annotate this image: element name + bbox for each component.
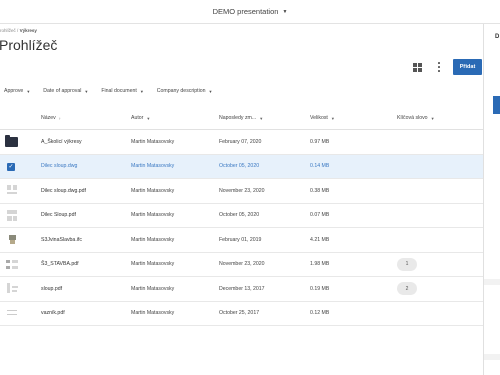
details-panel-title: D <box>495 34 500 40</box>
file-modified: February 01, 2019 <box>219 236 262 243</box>
column-header-author[interactable]: Autor ▼ <box>131 115 150 121</box>
document-thumbnail-icon <box>6 258 18 271</box>
chevron-down-icon: ▼ <box>146 115 151 121</box>
file-size: 0.19 MB <box>310 285 330 292</box>
more-options-icon[interactable] <box>437 62 441 72</box>
add-button[interactable]: Přidat <box>453 59 482 75</box>
grid-view-icon[interactable] <box>413 63 422 72</box>
main-content: rohlížeč / Výkresy Prohlížeč Přidat Appr… <box>0 24 483 375</box>
file-size: 0.07 MB <box>310 212 330 218</box>
file-size: 0.38 MB <box>310 187 330 194</box>
breadcrumb-current: Výkresy <box>19 28 37 33</box>
file-modified: December 13, 2017 <box>219 285 265 292</box>
table-header: Název ↑ Autor ▼ Naposledy zm... ▼ Velikost ▼… <box>0 106 483 130</box>
folder-icon <box>5 135 18 147</box>
file-name[interactable]: S3JvinaSlavba.ifc <box>41 237 82 243</box>
keyword-badge[interactable]: 2 <box>397 282 417 295</box>
panel-divider <box>484 279 500 285</box>
file-author: Martin Matasovsky <box>131 261 175 267</box>
filter-company-description[interactable]: Company description ▼ <box>157 88 213 94</box>
file-author: Martin Matasovsky <box>131 163 175 169</box>
document-thumbnail-icon <box>6 307 18 320</box>
panel-divider <box>484 354 500 360</box>
file-size: 0.97 MB <box>310 138 330 145</box>
file-modified: February 07, 2020 <box>219 138 262 145</box>
top-bar: DEMO presentation ▼ <box>0 0 500 24</box>
file-author: Martin Matasovsky <box>131 138 175 145</box>
table-row[interactable]: ✓ Dilec sloup.dwg Martin Matasovsky Octo… <box>0 154 483 179</box>
chevron-down-icon: ▼ <box>430 115 435 121</box>
keyword-badge[interactable]: 1 <box>397 257 417 271</box>
table-row[interactable]: S3JvinaSlavba.ifc Martin Matasovsky Febr… <box>0 228 483 253</box>
file-modified: October 05, 2020 <box>219 163 260 169</box>
breadcrumb-parent[interactable]: rohlížeč <box>0 28 16 33</box>
file-name[interactable]: vazník.pdf <box>41 310 65 316</box>
project-title[interactable]: DEMO presentation <box>213 7 279 16</box>
table-row[interactable]: vazník.pdf Martin Matasovsky October 25,… <box>0 302 483 326</box>
file-table: Název ↑ Autor ▼ Naposledy zm... ▼ Velikost ▼… <box>0 106 483 326</box>
chevron-down-icon: ▼ <box>330 115 335 121</box>
filter-date-of-approval[interactable]: Date of approval ▼ <box>43 88 88 94</box>
file-modified: October 25, 2017 <box>219 310 260 316</box>
file-name[interactable]: Dilec sloup.dwg <box>41 163 77 169</box>
file-name[interactable]: Dilec sloup.dwg.pdf <box>41 188 86 194</box>
chevron-down-icon: ▼ <box>208 88 213 94</box>
file-author: Martin Matasovsky <box>131 236 175 243</box>
page-title: Prohlížeč <box>0 37 58 53</box>
chevron-down-icon: ▼ <box>26 88 31 94</box>
filter-approve[interactable]: Approve ▼ <box>4 88 30 94</box>
file-modified: October 05, 2020 <box>219 212 260 218</box>
chevron-down-icon: ▼ <box>139 88 144 94</box>
document-thumbnail-icon <box>6 282 18 295</box>
chevron-down-icon: ▼ <box>259 115 264 121</box>
file-name[interactable]: A_Školicí výkresy <box>41 139 82 145</box>
file-author: Martin Matasovsky <box>131 310 175 316</box>
file-size: 0.12 MB <box>310 310 330 316</box>
chevron-down-icon[interactable]: ▼ <box>282 9 287 15</box>
file-size: 4.21 MB <box>310 236 330 243</box>
breadcrumb: rohlížeč / Výkresy <box>0 28 37 33</box>
column-header-name[interactable]: Název ↑ <box>41 115 61 121</box>
column-header-keyword[interactable]: Klíčová slovo ▼ <box>397 115 435 121</box>
column-header-modified[interactable]: Naposledy zm... ▼ <box>219 115 263 121</box>
file-name[interactable]: sloup.pdf <box>41 286 62 292</box>
preview-area[interactable] <box>493 96 500 114</box>
file-modified: November 23, 2020 <box>219 261 265 267</box>
file-name[interactable]: Š3_STAVBA.pdf <box>41 261 79 267</box>
breadcrumb-separator: / <box>17 28 19 33</box>
table-row[interactable]: sloup.pdf Martin Matasovsky December 13,… <box>0 277 483 302</box>
file-size: 0.14 MB <box>310 163 330 169</box>
filter-bar: Approve ▼ Date of approval ▼ Final documen… <box>0 86 221 96</box>
table-row[interactable]: Dilec Sloup.pdf Martin Matasovsky Octobe… <box>0 204 483 228</box>
table-row[interactable]: A_Školicí výkresy Martin Matasovsky Febr… <box>0 130 483 155</box>
document-thumbnail-icon <box>6 209 18 222</box>
checkbox-icon[interactable]: ✓ <box>7 162 15 171</box>
model-thumbnail-icon <box>6 233 18 246</box>
table-row[interactable]: Dilec sloup.dwg.pdf Martin Matasovsky No… <box>0 179 483 204</box>
column-header-size[interactable]: Velikost ▼ <box>310 115 335 121</box>
filter-final-document[interactable]: Final document ▼ <box>101 88 143 94</box>
file-size: 1.98 MB <box>310 261 330 267</box>
document-thumbnail-icon <box>6 184 18 197</box>
file-author: Martin Matasovsky <box>131 285 175 292</box>
file-author: Martin Matasovsky <box>131 187 175 194</box>
chevron-down-icon: ▼ <box>84 88 89 94</box>
file-name[interactable]: Dilec Sloup.pdf <box>41 212 76 218</box>
file-author: Martin Matasovsky <box>131 212 175 218</box>
sort-ascending-icon: ↑ <box>58 115 61 121</box>
table-row[interactable]: Š3_STAVBA.pdf Martin Matasovsky November… <box>0 253 483 277</box>
file-modified: November 23, 2020 <box>219 187 265 194</box>
details-panel: D <box>483 24 500 375</box>
